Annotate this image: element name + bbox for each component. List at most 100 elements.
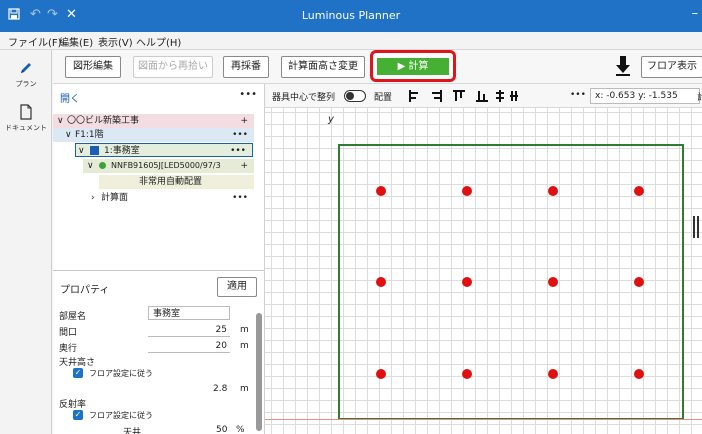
menu-file[interactable]: ファイル(F) xyxy=(8,34,62,49)
tree-project[interactable]: ∨ 〇〇ビル新築工事 + xyxy=(53,114,254,128)
align-right-icon xyxy=(432,90,442,102)
tree-project-action[interactable]: + xyxy=(240,114,248,128)
minimize-button[interactable]: – xyxy=(692,6,699,21)
luminaire[interactable] xyxy=(634,369,644,379)
luminaire[interactable] xyxy=(376,369,386,379)
room-icon xyxy=(90,146,99,155)
tree-calc-plane[interactable]: › 計算面 ••• xyxy=(53,191,254,205)
frontage-label: 間口 xyxy=(59,328,78,338)
renumber-button[interactable]: 再採番 xyxy=(223,56,269,78)
luminaire[interactable] xyxy=(376,277,386,287)
center-align-toggle[interactable] xyxy=(344,90,366,102)
plan-canvas[interactable]: y xyxy=(265,108,702,434)
y-axis-label: y xyxy=(328,114,334,125)
center-align-label: 器具中心で整列 xyxy=(272,93,336,103)
chevron-down-icon[interactable]: ∨ xyxy=(87,159,94,173)
panel-header: 開く ••• xyxy=(53,84,265,108)
luminaire[interactable] xyxy=(462,369,472,379)
plan-tree-panel: 開く ••• ∨ 〇〇ビル新築工事 + ∨ F1:1階 ••• ∨ 1:事務室 … xyxy=(53,84,265,270)
menu-bar: ファイル(F) 編集(E) 表示(V) ヘルプ(H) xyxy=(0,32,702,50)
distribute-vertical-icon xyxy=(496,90,504,102)
calc-label-cut: 計 xyxy=(697,93,702,103)
calc-height-button[interactable]: 計算面高さ変更 xyxy=(281,56,365,78)
ceiling-reflect-unit: % xyxy=(236,425,245,434)
tree-luminaire-label: NNFB91605J[LED5000/97/3 xyxy=(111,161,221,170)
view-toolbar: 器具中心で整列 配置 ••• x: -0.653 y: -1.535 計 xyxy=(265,84,702,108)
tree-emergency-label: 非常用自動配置 xyxy=(139,177,203,187)
toolbar: 図形編集 図面から再拾い 再採番 計算面高さ変更 ▶ 計算 フロア表示 xyxy=(53,50,702,84)
recapture-button[interactable]: 図面から再拾い xyxy=(133,56,213,78)
shape-edit-button[interactable]: 図形編集 xyxy=(65,56,121,78)
luminaire[interactable] xyxy=(548,186,558,196)
align-bottom-icon xyxy=(476,91,488,102)
chevron-down-icon[interactable]: ∨ xyxy=(57,114,64,128)
calc-highlight: ▶ 計算 xyxy=(370,50,456,82)
align-top-icon xyxy=(453,90,465,101)
room-name-input[interactable]: 事務室 xyxy=(148,306,230,320)
ceiling-reflect-label: 天井 xyxy=(123,428,142,434)
chevron-down-icon[interactable]: ∨ xyxy=(78,144,85,158)
tree-room-action[interactable]: ••• xyxy=(230,144,246,158)
tree-calc-plane-label: 計算面 xyxy=(101,193,129,203)
properties-panel: プロパティ 適用 部屋名 事務室 間口 25 m 奥行 20 m 天井高さ ✓ … xyxy=(53,270,265,434)
left-nav: プラン ドキュメント xyxy=(0,50,52,434)
luminaire[interactable] xyxy=(376,186,386,196)
coordinate-readout: x: -0.653 y: -1.535 xyxy=(590,88,700,104)
reflect-follow-label: フロア設定に従う xyxy=(89,411,153,420)
chevron-down-icon[interactable]: ∨ xyxy=(65,128,72,142)
follow-floor-label: フロア設定に従う xyxy=(89,369,153,378)
tree-luminaire-action[interactable]: + xyxy=(240,159,248,173)
nav-document-label: ドキュメント xyxy=(5,124,47,132)
depth-unit: m xyxy=(240,341,249,351)
nav-document[interactable]: ドキュメント xyxy=(0,104,52,133)
tree-emergency[interactable]: 非常用自動配置 xyxy=(99,175,254,189)
room-outline[interactable] xyxy=(338,144,684,420)
luminaire[interactable] xyxy=(634,186,644,196)
luminaire[interactable] xyxy=(634,277,644,287)
frontage-input[interactable]: 25 xyxy=(148,323,230,337)
download-icon[interactable] xyxy=(616,56,630,76)
depth-input[interactable]: 20 xyxy=(148,339,230,353)
calc-button[interactable]: ▶ 計算 xyxy=(377,58,449,75)
app-title: Luminous Planner xyxy=(301,9,401,22)
open-button[interactable]: 開く xyxy=(60,90,80,105)
menu-help[interactable]: ヘルプ(H) xyxy=(136,34,181,49)
properties-title: プロパティ xyxy=(60,285,110,296)
frontage-unit: m xyxy=(240,325,249,335)
tree-calc-plane-action[interactable]: ••• xyxy=(232,191,248,205)
chevron-right-icon[interactable]: › xyxy=(91,191,95,205)
align-tools xyxy=(409,90,518,102)
tree-room-label: 1:事務室 xyxy=(104,146,140,156)
luminaire[interactable] xyxy=(548,369,558,379)
follow-floor-checkbox[interactable]: ✓ xyxy=(73,368,83,378)
guide-line xyxy=(265,419,702,420)
tree-luminaire[interactable]: ∨ NNFB91605J[LED5000/97/3 + xyxy=(83,159,254,173)
menu-view[interactable]: 表示(V) xyxy=(98,34,133,49)
title-bar: ↶ ↷ ✕ Luminous Planner – xyxy=(0,0,702,32)
apply-button[interactable]: 適用 xyxy=(217,277,257,297)
reflectance-label: 反射率 xyxy=(59,400,87,410)
viewbar-more-button[interactable]: ••• xyxy=(570,90,586,100)
toggle-knob xyxy=(346,92,354,100)
luminaire[interactable] xyxy=(462,186,472,196)
pencil-icon xyxy=(18,63,34,79)
tree-floor-action[interactable]: ••• xyxy=(232,128,248,142)
document-icon xyxy=(19,104,33,123)
properties-scrollbar[interactable] xyxy=(256,313,262,431)
luminaire[interactable] xyxy=(462,277,472,287)
reflect-follow-checkbox[interactable]: ✓ xyxy=(73,410,83,420)
canvas-splitter[interactable] xyxy=(693,216,699,238)
ceiling-height-label: 天井高さ xyxy=(59,358,96,368)
tree-floor-label: F1:1階 xyxy=(75,130,104,140)
depth-label: 奥行 xyxy=(59,344,78,354)
menu-edit[interactable]: 編集(E) xyxy=(59,34,93,49)
tree-floor[interactable]: ∨ F1:1階 ••• xyxy=(53,128,254,142)
ceiling-height-value: 2.8 xyxy=(213,384,228,394)
floor-view-button[interactable]: フロア表示 xyxy=(641,56,702,78)
luminaire[interactable] xyxy=(548,277,558,287)
distribute-horizontal-icon xyxy=(510,91,518,101)
panel-menu-button[interactable]: ••• xyxy=(239,89,257,100)
tree-room[interactable]: ∨ 1:事務室 ••• xyxy=(75,143,253,157)
pin-icon xyxy=(99,162,106,169)
nav-plan[interactable]: プラン xyxy=(0,60,52,89)
